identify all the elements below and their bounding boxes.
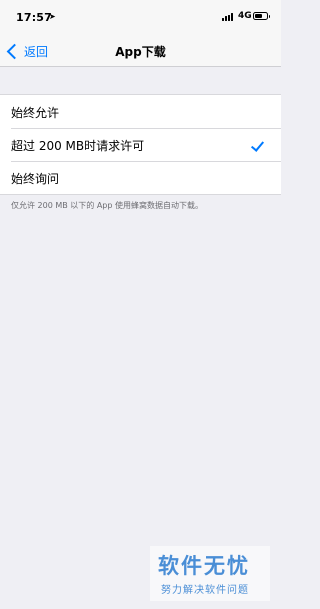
status-bar: 17:57 ➤ 4G bbox=[0, 0, 281, 36]
checkmark-icon bbox=[250, 138, 265, 152]
footer-note: 仅允许 200 MB 以下的 App 使用蜂窝数据自动下载。 bbox=[11, 201, 204, 210]
watermark-logo: 软件无忧 努力解决软件问题 bbox=[150, 546, 270, 601]
option-label: 始终询问 bbox=[11, 172, 60, 186]
navigation-bar: 返回 App下载 bbox=[0, 36, 281, 67]
option-label: 超过 200 MB时请求许可 bbox=[11, 139, 145, 153]
status-time: 17:57 bbox=[16, 11, 53, 24]
page-title: App下载 bbox=[115, 45, 166, 59]
watermark-title: 软件无忧 bbox=[158, 554, 250, 578]
network-type: 4G bbox=[238, 11, 252, 21]
option-label: 始终允许 bbox=[11, 106, 60, 120]
battery-icon bbox=[253, 12, 270, 20]
option-always-ask[interactable]: 始终询问 bbox=[0, 161, 281, 194]
option-ask-over-200mb[interactable]: 超过 200 MB时请求许可 bbox=[0, 128, 281, 161]
cellular-signal-icon bbox=[222, 13, 236, 21]
location-arrow-icon: ➤ bbox=[49, 12, 56, 21]
download-options-list: 始终允许 超过 200 MB时请求许可 始终询问 bbox=[0, 94, 281, 195]
watermark-subtitle: 努力解决软件问题 bbox=[161, 585, 249, 596]
option-always-allow[interactable]: 始终允许 bbox=[0, 95, 281, 128]
